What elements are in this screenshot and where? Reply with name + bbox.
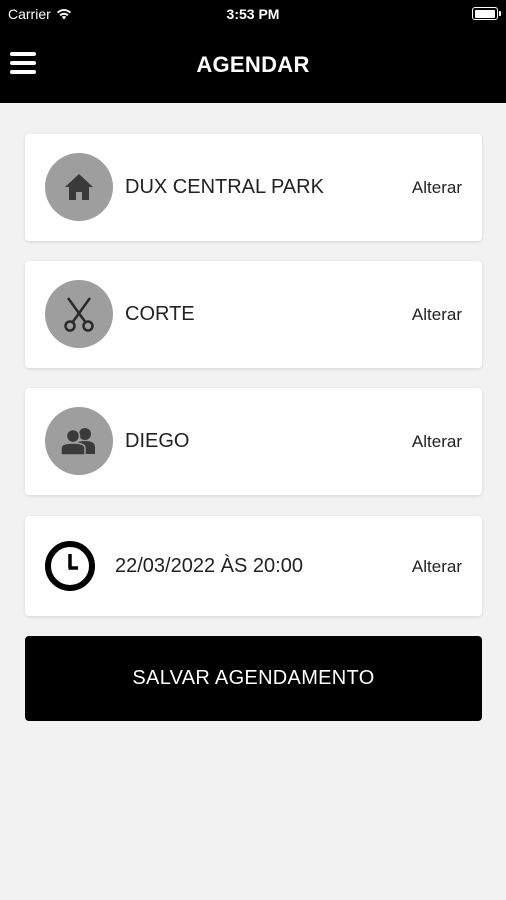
scissors-icon	[45, 280, 113, 348]
service-label: CORTE	[125, 303, 195, 325]
change-datetime-link[interactable]: Alterar	[412, 557, 462, 577]
clock-icon	[44, 540, 96, 592]
status-bar: Carrier 3:53 PM	[0, 0, 506, 28]
location-card[interactable]: DUX CENTRAL PARK Alterar	[25, 134, 482, 241]
location-label: DUX CENTRAL PARK	[125, 176, 324, 198]
professional-label: DIEGO	[125, 430, 190, 452]
service-card[interactable]: CORTE Alterar	[25, 261, 482, 368]
status-time: 3:53 PM	[226, 6, 280, 22]
change-professional-link[interactable]: Alterar	[412, 432, 462, 452]
datetime-label: 22/03/2022 ÀS 20:00	[115, 555, 303, 577]
users-icon	[45, 407, 113, 475]
battery-icon	[472, 7, 501, 20]
home-icon	[45, 153, 113, 221]
app-header: Carrier 3:53 PM AGENDAR	[0, 0, 506, 103]
professional-card[interactable]: DIEGO Alterar	[25, 388, 482, 495]
datetime-card[interactable]: 22/03/2022 ÀS 20:00 Alterar	[25, 516, 482, 616]
change-location-link[interactable]: Alterar	[412, 178, 462, 198]
page-title: AGENDAR	[196, 52, 310, 77]
change-service-link[interactable]: Alterar	[412, 305, 462, 325]
save-appointment-button[interactable]: SALVAR AGENDAMENTO	[25, 636, 482, 721]
